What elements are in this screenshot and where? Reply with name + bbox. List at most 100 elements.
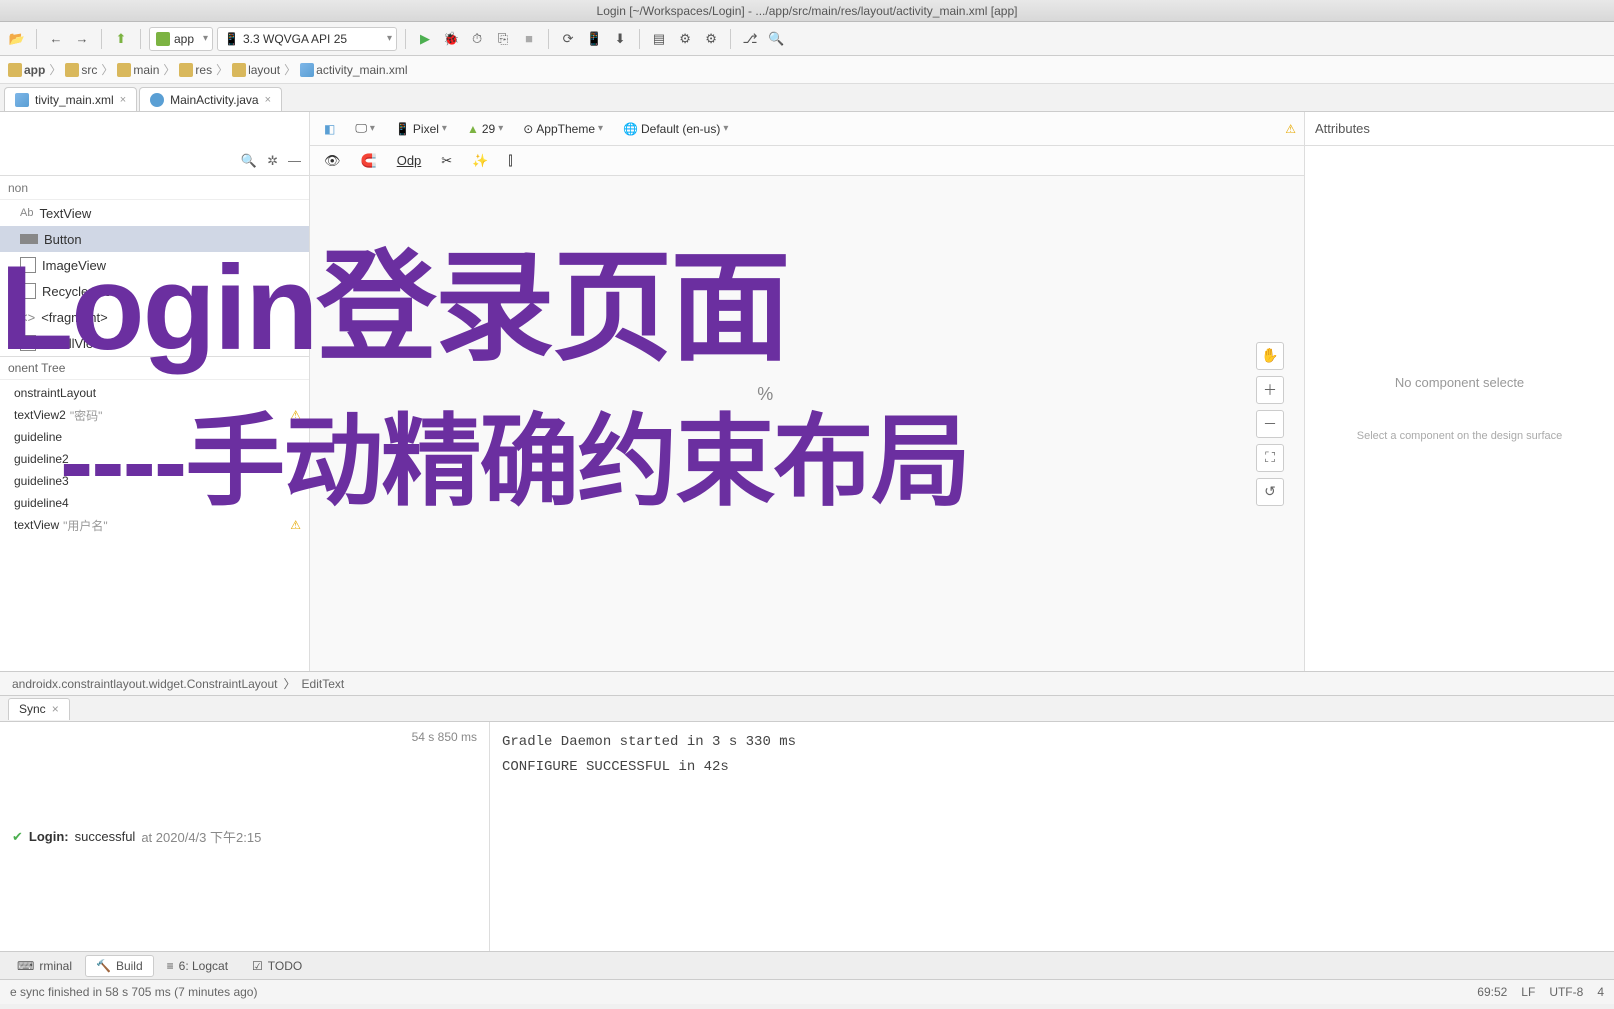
clear-constraints-icon[interactable]: ✂ xyxy=(435,151,458,171)
search-icon[interactable]: 🔍 xyxy=(765,28,787,50)
tree-item-guideline4[interactable]: guideline4 xyxy=(0,492,309,514)
device-selector[interactable]: 📱Pixel▾ xyxy=(389,120,453,138)
palette-item-fragment[interactable]: <><fragment> xyxy=(0,304,309,330)
palette-item-button[interactable]: Button xyxy=(0,226,309,252)
tab-logcat[interactable]: ≡6: Logcat xyxy=(156,955,239,977)
open-icon[interactable]: 📂 xyxy=(6,28,28,50)
status-word: successful xyxy=(75,829,136,844)
attributes-header: Attributes xyxy=(1305,112,1614,146)
sync-console[interactable]: Gradle Daemon started in 3 s 330 ms CONF… xyxy=(490,722,1614,951)
hammer-icon: 🔨 xyxy=(96,959,111,973)
palette-category[interactable]: non xyxy=(0,176,309,200)
back-icon[interactable]: ← xyxy=(45,28,67,50)
tool1-icon[interactable]: ⚙ xyxy=(674,28,696,50)
warning-icon: ⚠ xyxy=(290,518,301,532)
gear-icon[interactable]: ✲ xyxy=(267,153,278,169)
run-config-selector[interactable]: app xyxy=(149,27,213,51)
cursor-position[interactable]: 69:52 xyxy=(1477,985,1507,999)
run-icon[interactable]: ▶ xyxy=(414,28,436,50)
forward-icon[interactable]: → xyxy=(71,28,93,50)
tree-item-guideline2[interactable]: guideline2 xyxy=(0,448,309,470)
locale-selector[interactable]: 🌐Default (en-us)▾ xyxy=(617,120,734,138)
collapse-icon[interactable]: — xyxy=(288,153,301,168)
tree-item-guideline3[interactable]: guideline3 xyxy=(0,470,309,492)
tab-label: 6: Logcat xyxy=(179,959,228,973)
tab-mainactivity[interactable]: MainActivity.java × xyxy=(139,87,282,111)
search-icon[interactable]: 🔍 xyxy=(241,153,257,169)
tab-label: rminal xyxy=(39,959,72,973)
crumb-app[interactable]: app xyxy=(8,63,45,77)
crumb-constraintlayout[interactable]: androidx.constraintlayout.widget.Constra… xyxy=(12,677,278,691)
button-icon xyxy=(20,234,38,244)
stop-icon[interactable]: ■ xyxy=(518,28,540,50)
zoom-fit-icon[interactable]: ⛶ xyxy=(1256,444,1284,472)
debug-icon[interactable]: 🐞 xyxy=(440,28,462,50)
magnet-icon[interactable]: 🧲 xyxy=(355,151,383,171)
guidelines-icon[interactable]: ⫿ xyxy=(502,151,518,171)
design-canvas[interactable]: % ✋ ＋ － ⛶ ↺ xyxy=(310,176,1304,671)
item-label: ScrollView xyxy=(42,336,102,351)
palette-item-textview[interactable]: AbTextView xyxy=(0,200,309,226)
make-icon[interactable]: ⬆ xyxy=(110,28,132,50)
crumb-main[interactable]: main xyxy=(117,63,159,77)
crumb-file[interactable]: activity_main.xml xyxy=(300,63,407,77)
device-selector[interactable]: 📱 3.3 WQVGA API 25 xyxy=(217,27,397,51)
tree-item-textview[interactable]: textView"用户名"⚠ xyxy=(0,514,309,536)
close-icon[interactable]: × xyxy=(52,702,59,716)
pan-icon[interactable]: ✋ xyxy=(1256,342,1284,370)
tab-sync[interactable]: Sync × xyxy=(8,698,70,720)
profile-icon[interactable]: ⏱ xyxy=(466,28,488,50)
sdk-icon[interactable]: ⬇ xyxy=(609,28,631,50)
indent[interactable]: 4 xyxy=(1597,985,1604,999)
avd-icon[interactable]: 📱 xyxy=(583,28,605,50)
api-selector[interactable]: ▲29▾ xyxy=(461,120,509,138)
view-options-icon[interactable]: 👁 xyxy=(318,151,347,171)
tool2-icon[interactable]: ⚙ xyxy=(700,28,722,50)
crumb-edittext[interactable]: EditText xyxy=(302,677,345,691)
crumb-src[interactable]: src xyxy=(65,63,97,77)
surface-mode-icon[interactable]: ◧ xyxy=(318,120,341,138)
warning-icon[interactable]: ⚠ xyxy=(1285,122,1296,136)
tab-todo[interactable]: ☑TODO xyxy=(241,955,313,977)
zoom-in-icon[interactable]: ＋ xyxy=(1256,376,1284,404)
git-icon[interactable]: ⎇ xyxy=(739,28,761,50)
sync-icon[interactable]: ⟳ xyxy=(557,28,579,50)
window-titlebar: Login [~/Workspaces/Login] - .../app/src… xyxy=(0,0,1614,22)
crumb-label: res xyxy=(195,63,212,77)
crumb-label: activity_main.xml xyxy=(316,63,407,77)
attributes-empty-state: No component selecte Select a component … xyxy=(1305,146,1614,671)
infer-constraints-icon[interactable]: ✨ xyxy=(466,151,494,171)
sync-status: ✔ Login: successful at 2020/4/3 下午2:15 xyxy=(12,730,261,943)
default-margins[interactable]: Odp xyxy=(391,151,428,170)
close-icon[interactable]: × xyxy=(120,94,126,106)
close-icon[interactable]: × xyxy=(265,94,271,106)
zoom-out-icon[interactable]: － xyxy=(1256,410,1284,438)
xml-icon xyxy=(15,93,29,107)
palette-item-recyclerview[interactable]: RecyclerView xyxy=(0,278,309,304)
left-panel: 🔍 ✲ — non AbTextView Button ImageView Re… xyxy=(0,112,310,671)
attach-icon[interactable]: ⎘ xyxy=(492,28,514,50)
encoding[interactable]: UTF-8 xyxy=(1549,985,1583,999)
tree-item-textview2[interactable]: textView2"密码"⚠ xyxy=(0,404,309,426)
palette-item-scrollview[interactable]: ScrollView xyxy=(0,330,309,356)
orientation-icon[interactable]: 🖵▾ xyxy=(349,119,381,138)
window-title: Login [~/Workspaces/Login] - .../app/src… xyxy=(597,4,1018,18)
tab-build[interactable]: 🔨Build xyxy=(85,955,154,977)
tab-activity-main[interactable]: tivity_main.xml × xyxy=(4,87,137,111)
line-ending[interactable]: LF xyxy=(1521,985,1535,999)
theme-selector[interactable]: ⊙AppTheme▾ xyxy=(517,120,609,138)
crumb-layout[interactable]: layout xyxy=(232,63,280,77)
tab-terminal[interactable]: ⌨rminal xyxy=(6,955,83,977)
chevron-right-icon: 〉 xyxy=(101,61,113,78)
tree-item-constraintlayout[interactable]: onstraintLayout xyxy=(0,382,309,404)
structure-icon[interactable]: ▤ xyxy=(648,28,670,50)
folder-icon xyxy=(8,63,22,77)
warning-icon: ⚠ xyxy=(290,408,301,422)
chevron-right-icon: 〉 xyxy=(284,675,296,692)
crumb-label: main xyxy=(133,63,159,77)
reset-icon[interactable]: ↺ xyxy=(1256,478,1284,506)
crumb-res[interactable]: res xyxy=(179,63,212,77)
main-toolbar: 📂 ← → ⬆ app 📱 3.3 WQVGA API 25 ▶ 🐞 ⏱ ⎘ ■… xyxy=(0,22,1614,56)
palette-item-imageview[interactable]: ImageView xyxy=(0,252,309,278)
tree-item-guideline[interactable]: guideline xyxy=(0,426,309,448)
